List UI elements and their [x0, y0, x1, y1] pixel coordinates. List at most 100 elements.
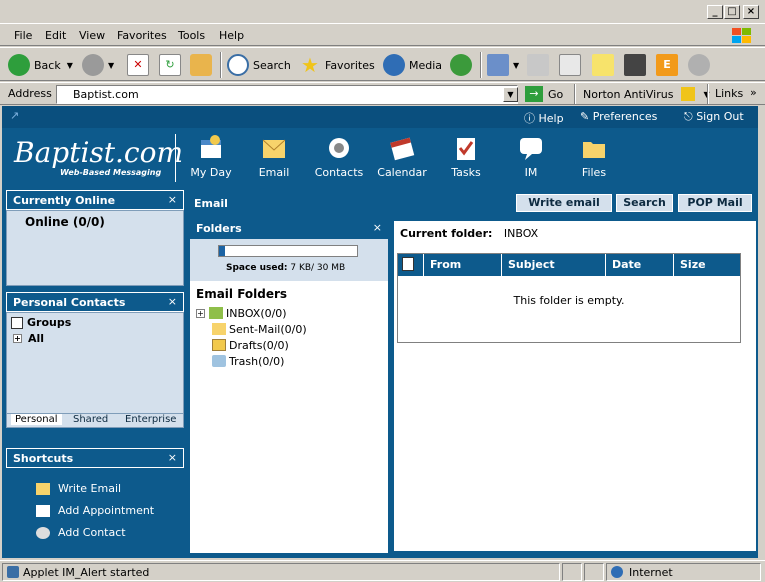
nav-files[interactable]: Files — [566, 132, 622, 186]
shortcut-write-email[interactable]: Write Email — [36, 482, 121, 495]
expand-icon[interactable]: + — [196, 308, 205, 318]
menu-file[interactable]: File — [14, 29, 32, 42]
logo-area: Baptist.com Web-Based Messaging My Day E… — [2, 128, 758, 188]
search-label: Search — [253, 58, 291, 72]
nav-label: IM — [524, 166, 538, 179]
menu-help[interactable]: Help — [219, 29, 244, 42]
attachment-icon — [402, 257, 414, 271]
edit-button[interactable] — [559, 53, 585, 77]
links-button[interactable]: Links — [715, 87, 743, 100]
menu-edit[interactable]: Edit — [45, 29, 66, 42]
nav-my-day[interactable]: My Day — [183, 132, 239, 186]
go-button[interactable]: → Go — [525, 86, 563, 102]
search-email-button[interactable]: Search — [616, 194, 673, 212]
maximize-button[interactable]: □ — [724, 5, 740, 19]
contacts-groups[interactable]: Groups — [11, 316, 71, 329]
address-input[interactable]: Baptist.com — [56, 85, 518, 104]
preferences-link[interactable]: ✎ Preferences — [580, 110, 657, 123]
appointment-icon — [36, 504, 50, 517]
refresh-button[interactable]: ↻ — [159, 53, 185, 77]
search-icon — [227, 54, 249, 76]
mail-button[interactable]: ▼ — [487, 53, 519, 77]
attachment-column-header[interactable] — [398, 254, 424, 276]
address-label: Address — [8, 87, 52, 100]
search-button[interactable]: Search — [227, 53, 291, 77]
tab-shared[interactable]: Shared — [69, 414, 112, 425]
research-button[interactable] — [624, 53, 650, 77]
shortcut-label: Write Email — [58, 482, 122, 495]
address-value: Baptist.com — [73, 88, 139, 101]
toolbar-separator — [480, 52, 482, 78]
shortcuts-panel-header: Shortcuts × — [6, 448, 184, 468]
status-bar: Applet IM_Alert started Internet — [0, 560, 765, 582]
minimize-button[interactable]: _ — [707, 5, 723, 19]
resize-arrow-icon[interactable]: ↗ — [10, 109, 19, 122]
pop-mail-button[interactable]: POP Mail — [678, 194, 752, 212]
preferences-label: Preferences — [592, 110, 658, 123]
contact-icon — [36, 526, 50, 539]
close-icon[interactable]: × — [168, 295, 177, 308]
write-email-button[interactable]: Write email — [516, 194, 612, 212]
stop-button[interactable]: ✕ — [127, 53, 153, 77]
close-icon[interactable]: × — [168, 193, 177, 206]
menu-tools[interactable]: Tools — [178, 29, 205, 42]
baptist-logo[interactable]: Baptist.com — [14, 136, 183, 169]
nav-calendar[interactable]: Calendar — [374, 132, 430, 186]
favorites-button[interactable]: ★ Favorites — [299, 53, 375, 77]
note-button[interactable] — [592, 53, 618, 77]
status-pane — [584, 563, 604, 581]
home-button[interactable] — [190, 53, 216, 77]
address-dropdown[interactable]: ▼ — [503, 87, 518, 102]
refresh-icon: ↻ — [159, 54, 181, 76]
research-icon — [624, 54, 646, 76]
nav-tasks[interactable]: Tasks — [438, 132, 494, 186]
encarta-button[interactable]: E — [656, 53, 682, 77]
drafts-icon — [212, 339, 226, 351]
norton-button[interactable]: Norton AntiVirus ▼ — [583, 87, 710, 101]
all-label: All — [28, 332, 45, 345]
signout-link[interactable]: ⎋ Sign Out — [684, 110, 744, 124]
contacts-all[interactable]: + All — [13, 332, 44, 345]
print-icon — [527, 54, 549, 76]
shortcut-add-contact[interactable]: Add Contact — [36, 526, 126, 539]
help-link[interactable]: ⓘ Help — [524, 110, 564, 126]
close-icon[interactable]: × — [373, 221, 382, 234]
messenger-button[interactable] — [688, 53, 714, 77]
print-button[interactable] — [527, 53, 553, 77]
nav-contacts[interactable]: Contacts — [311, 132, 367, 186]
menu-view[interactable]: View — [79, 29, 105, 42]
menu-favorites[interactable]: Favorites — [117, 29, 167, 42]
back-button[interactable]: Back ▼ — [8, 53, 73, 77]
folders-panel: Folders × Space used: 7 KB/ 30 MB Email … — [190, 219, 388, 553]
folder-trash[interactable]: Trash(0/0) — [212, 353, 284, 369]
chevron-right-icon[interactable]: » — [750, 86, 757, 99]
forward-button[interactable]: ▼ — [82, 53, 114, 77]
column-size[interactable]: Size — [674, 254, 740, 276]
nav-email[interactable]: Email — [246, 132, 302, 186]
close-icon[interactable]: × — [168, 451, 177, 464]
home-icon — [190, 54, 212, 76]
encarta-icon: E — [656, 54, 678, 76]
column-subject[interactable]: Subject — [502, 254, 606, 276]
tab-personal[interactable]: Personal — [11, 414, 62, 425]
security-zone: Internet — [606, 563, 761, 581]
folders-header: Folders × — [190, 219, 388, 239]
history-button[interactable] — [450, 53, 476, 77]
folder-label: Sent-Mail(0/0) — [229, 322, 307, 336]
trash-icon — [212, 355, 226, 367]
inbox-icon — [209, 307, 223, 319]
folder-drafts[interactable]: Drafts(0/0) — [212, 337, 289, 353]
nav-label: Files — [581, 166, 607, 179]
nav-im[interactable]: IM — [503, 132, 559, 186]
column-from[interactable]: From — [424, 254, 502, 276]
column-date[interactable]: Date — [606, 254, 674, 276]
folder-sent-mail[interactable]: Sent-Mail(0/0) — [212, 321, 307, 337]
zone-label: Internet — [629, 565, 673, 579]
tab-enterprise[interactable]: Enterprise — [121, 414, 180, 425]
close-button[interactable]: × — [743, 5, 759, 19]
folder-inbox[interactable]: + INBOX(0/0) — [196, 305, 287, 321]
app-top-strip: ↗ ⓘ Help ✎ Preferences ⎋ Sign Out — [2, 106, 758, 128]
globe-icon — [611, 566, 623, 578]
media-button[interactable]: Media — [383, 53, 442, 77]
shortcut-add-appointment[interactable]: Add Appointment — [36, 504, 154, 517]
